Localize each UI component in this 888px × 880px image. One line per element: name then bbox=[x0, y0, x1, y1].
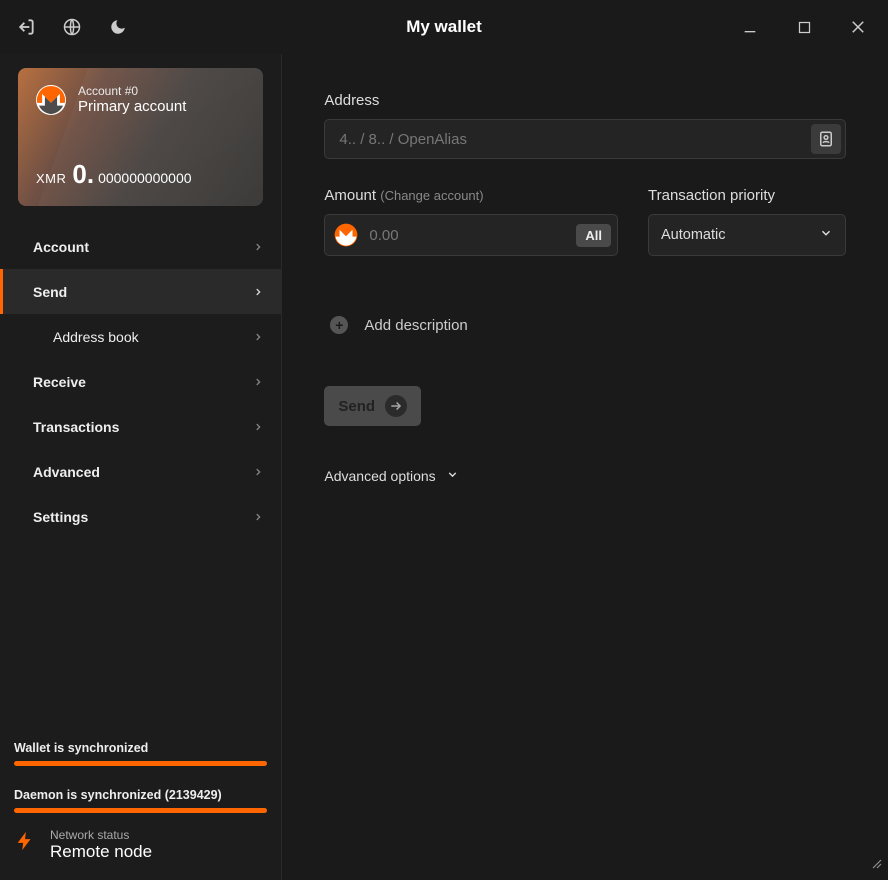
balance-integer: 0. bbox=[72, 159, 94, 190]
address-input[interactable] bbox=[324, 119, 846, 159]
amount-all-button[interactable]: All bbox=[576, 224, 611, 247]
titlebar: My wallet bbox=[0, 0, 888, 54]
send-button[interactable]: Send bbox=[324, 386, 421, 426]
chevron-right-icon bbox=[253, 329, 263, 345]
wallet-sync-bar bbox=[14, 761, 267, 766]
nav-label: Address book bbox=[53, 329, 139, 345]
account-number: Account #0 bbox=[78, 84, 186, 98]
moon-icon[interactable] bbox=[104, 13, 132, 41]
logout-icon[interactable] bbox=[12, 13, 40, 41]
nav-label: Account bbox=[33, 239, 89, 255]
nav-label: Advanced bbox=[33, 464, 100, 480]
nav-label: Transactions bbox=[33, 419, 119, 435]
chevron-right-icon bbox=[253, 239, 263, 255]
priority-select[interactable]: Automatic bbox=[648, 214, 846, 256]
chevron-right-icon bbox=[253, 284, 263, 300]
account-card[interactable]: Account #0 Primary account XMR 0. 000000… bbox=[18, 68, 263, 206]
add-description-label: Add description bbox=[364, 317, 467, 334]
window-title: My wallet bbox=[406, 17, 482, 37]
send-panel: Address Amount (Change account) All bbox=[282, 54, 888, 880]
nav-label: Send bbox=[33, 284, 67, 300]
balance-fraction: 000000000000 bbox=[98, 170, 191, 186]
nav-account[interactable]: Account bbox=[0, 224, 281, 269]
address-book-icon[interactable] bbox=[811, 124, 841, 154]
chevron-right-icon bbox=[253, 464, 263, 480]
nav-address-book[interactable]: Address book bbox=[0, 314, 281, 359]
change-account-link[interactable]: (Change account) bbox=[380, 188, 483, 203]
network-status-label: Network status bbox=[50, 828, 152, 842]
network-status-value: Remote node bbox=[50, 842, 152, 862]
balance: XMR 0. 000000000000 bbox=[36, 159, 192, 190]
resize-handle-icon[interactable] bbox=[867, 854, 883, 875]
network-status[interactable]: Network status Remote node bbox=[14, 827, 267, 862]
sidebar-status: Wallet is synchronized Daemon is synchro… bbox=[0, 741, 281, 880]
nav-send[interactable]: Send bbox=[0, 269, 281, 314]
nav-advanced[interactable]: Advanced bbox=[0, 449, 281, 494]
nav-transactions[interactable]: Transactions bbox=[0, 404, 281, 449]
account-name: Primary account bbox=[78, 98, 186, 115]
balance-ticker: XMR bbox=[36, 171, 66, 186]
send-button-label: Send bbox=[338, 398, 375, 415]
monero-icon bbox=[331, 220, 361, 250]
add-description-button[interactable]: + Add description bbox=[324, 316, 846, 334]
advanced-options-toggle[interactable]: Advanced options bbox=[324, 468, 846, 484]
priority-value: Automatic bbox=[661, 227, 725, 243]
daemon-sync-bar bbox=[14, 808, 267, 813]
nav-label: Receive bbox=[33, 374, 86, 390]
close-button[interactable] bbox=[840, 9, 876, 45]
chevron-right-icon bbox=[253, 419, 263, 435]
plus-icon: + bbox=[330, 316, 348, 334]
chevron-down-icon bbox=[819, 226, 833, 244]
minimize-button[interactable] bbox=[732, 9, 768, 45]
chevron-right-icon bbox=[253, 374, 263, 390]
window-controls bbox=[732, 9, 876, 45]
titlebar-left bbox=[12, 13, 132, 41]
nav-label: Settings bbox=[33, 509, 88, 525]
priority-label: Transaction priority bbox=[648, 187, 846, 204]
nav-settings[interactable]: Settings bbox=[0, 494, 281, 539]
chevron-right-icon bbox=[253, 509, 263, 525]
monero-logo-icon bbox=[36, 85, 66, 115]
daemon-sync-label: Daemon is synchronized (2139429) bbox=[14, 788, 267, 802]
nav-receive[interactable]: Receive bbox=[0, 359, 281, 404]
bolt-icon bbox=[14, 827, 36, 862]
globe-icon[interactable] bbox=[58, 13, 86, 41]
amount-input[interactable] bbox=[361, 227, 576, 244]
arrow-right-icon bbox=[385, 395, 407, 417]
advanced-options-label: Advanced options bbox=[324, 468, 435, 484]
amount-label: Amount (Change account) bbox=[324, 187, 618, 204]
address-label: Address bbox=[324, 92, 846, 109]
sidebar: Account #0 Primary account XMR 0. 000000… bbox=[0, 54, 282, 880]
wallet-sync-label: Wallet is synchronized bbox=[14, 741, 267, 755]
chevron-down-icon bbox=[446, 468, 459, 484]
nav: Account Send Address book Receive bbox=[0, 224, 281, 539]
maximize-button[interactable] bbox=[786, 9, 822, 45]
